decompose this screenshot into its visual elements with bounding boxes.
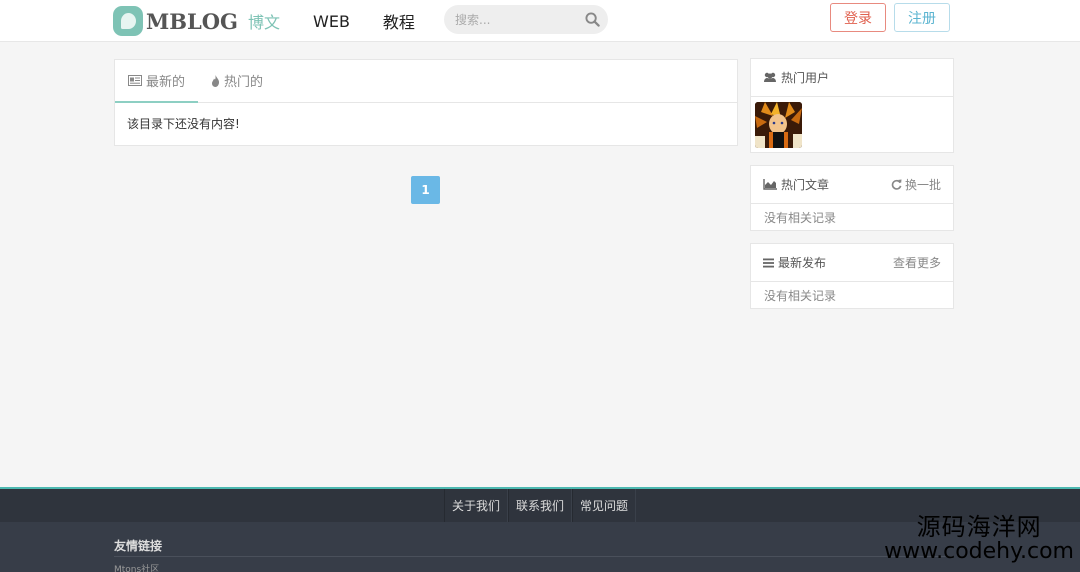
login-button[interactable]: 登录 <box>830 3 886 32</box>
user-avatar-image <box>755 102 802 148</box>
hot-articles-empty: 没有相关记录 <box>764 210 837 225</box>
view-more-link[interactable]: 查看更多 <box>893 254 941 271</box>
tab-hot-label: 热门的 <box>224 75 264 90</box>
top-navbar: MBLOG 博文 WEB 教程 登录 注册 <box>0 0 1080 42</box>
logo-text: MBLOG <box>146 8 238 34</box>
footer-link-about[interactable]: 关于我们 <box>443 489 508 522</box>
refresh-icon <box>891 179 902 190</box>
hot-articles-widget: 热门文章 换一批 没有相关记录 <box>750 165 954 231</box>
pagination-page-1[interactable]: 1 <box>411 176 440 204</box>
hot-articles-title: 热门文章 <box>781 178 830 192</box>
post-list-panel: 最新的 热门的 该目录下还没有内容! <box>114 59 738 146</box>
friends-divider <box>114 556 954 557</box>
hot-users-title: 热门用户 <box>781 71 830 85</box>
tab-newest-label: 最新的 <box>146 74 186 90</box>
hot-articles-header: 热门文章 换一批 <box>751 166 953 204</box>
latest-posts-title: 最新发布 <box>778 256 827 270</box>
nav-item-tutorial[interactable]: 教程 <box>383 9 415 33</box>
newspaper-icon <box>128 74 142 86</box>
watermark-url: www.codehy.com <box>884 539 1074 564</box>
latest-posts-widget: 最新发布 查看更多 没有相关记录 <box>750 243 954 309</box>
fire-icon <box>212 74 220 87</box>
search-input[interactable] <box>444 5 584 34</box>
watermark-cn: 源码海洋网 <box>916 513 1042 541</box>
area-chart-icon <box>763 179 777 190</box>
hot-users-header: 热门用户 <box>751 59 953 97</box>
footer-link-contact[interactable]: 联系我们 <box>507 489 572 522</box>
avatar[interactable] <box>755 102 802 148</box>
empty-message: 该目录下还没有内容! <box>127 117 240 131</box>
post-tabs: 最新的 热门的 <box>115 60 737 103</box>
register-button[interactable]: 注册 <box>894 3 950 32</box>
hot-users-widget: 热门用户 <box>750 58 954 153</box>
refresh-button[interactable]: 换一批 <box>891 176 941 193</box>
footer-link-faq[interactable]: 常见问题 <box>572 489 637 522</box>
friends-title: 友情链接 <box>114 539 163 553</box>
search-icon[interactable] <box>585 12 600 27</box>
main-nav: 博文 WEB 教程 <box>248 0 448 42</box>
friend-link[interactable]: Mtons社区 <box>114 562 159 572</box>
watermark: 源码海洋网 www.codehy.com <box>884 515 1074 563</box>
search-box <box>444 5 608 34</box>
nav-item-web[interactable]: WEB <box>313 12 350 31</box>
latest-posts-header: 最新发布 查看更多 <box>751 244 953 282</box>
logo-icon <box>113 6 143 36</box>
refresh-label: 换一批 <box>904 178 941 192</box>
logo[interactable]: MBLOG <box>113 6 238 36</box>
latest-posts-empty: 没有相关记录 <box>764 288 837 303</box>
nav-item-blog[interactable]: 博文 <box>248 9 280 33</box>
users-icon <box>764 72 776 82</box>
tab-hot[interactable]: 热门的 <box>198 59 276 102</box>
tab-newest[interactable]: 最新的 <box>115 59 199 103</box>
list-icon <box>763 258 774 267</box>
